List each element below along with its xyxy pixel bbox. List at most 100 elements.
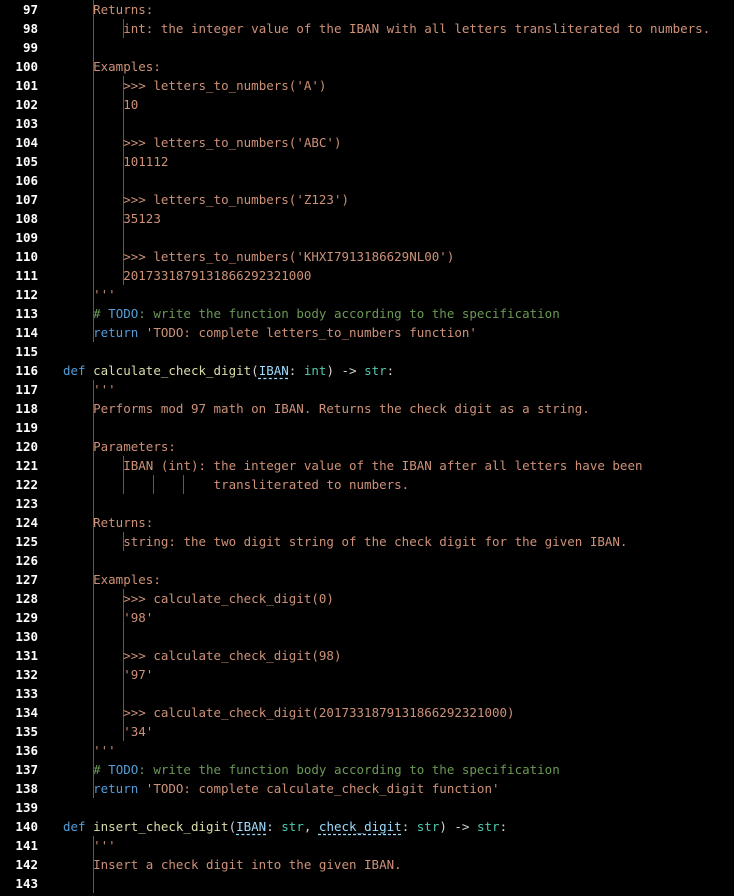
line-number: 132 <box>15 667 38 682</box>
code-line[interactable]: 98 int: the integer value of the IBAN wit… <box>0 19 734 38</box>
line-number: 116 <box>15 363 38 378</box>
code-token: 10 <box>123 97 139 112</box>
code-line[interactable]: 122 transliterated to numbers. <box>0 475 734 494</box>
code-line[interactable]: 119 <box>0 418 734 437</box>
indent-guide <box>122 627 124 646</box>
line-number: 99 <box>22 40 38 55</box>
code-token: 'TODO: complete letters_to_numbers funct… <box>145 325 477 340</box>
line-number: 105 <box>15 154 38 169</box>
code-line[interactable]: 105 101112 <box>0 152 734 171</box>
code-text: >>> letters_to_numbers('A') <box>123 76 326 95</box>
code-line[interactable]: 137 # TODO: write the function body accor… <box>0 760 734 779</box>
code-line[interactable]: 97 Returns: <box>0 0 734 19</box>
code-line[interactable]: 125 string: the two digit string of the c… <box>0 532 734 551</box>
line-number: 135 <box>15 724 38 739</box>
code-line[interactable]: 109 <box>0 228 734 247</box>
indent-guide <box>92 532 94 551</box>
code-line[interactable]: 99 <box>0 38 734 57</box>
code-line[interactable]: 141 ''' <box>0 836 734 855</box>
code-token: : <box>288 363 304 378</box>
code-line[interactable]: 112 ''' <box>0 285 734 304</box>
code-line[interactable]: 131 >>> calculate_check_digit(98) <box>0 646 734 665</box>
code-line[interactable]: 143 <box>0 874 734 893</box>
code-token: def <box>63 363 94 378</box>
code-line[interactable]: 138 return 'TODO: complete calculate_chec… <box>0 779 734 798</box>
code-line[interactable]: 117 ''' <box>0 380 734 399</box>
code-line[interactable]: 103 <box>0 114 734 133</box>
code-line[interactable]: 114 return 'TODO: complete letters_to_num… <box>0 323 734 342</box>
code-text: IBAN (int): the integer value of the IBA… <box>123 456 642 475</box>
code-text: int: the integer value of the IBAN with … <box>123 19 710 38</box>
code-text: 101112 <box>123 152 168 171</box>
line-number: 136 <box>15 743 38 758</box>
code-line[interactable]: 116 def calculate_check_digit(IBAN: int) … <box>0 361 734 380</box>
code-token: ''' <box>93 838 116 853</box>
indent-guide <box>92 551 94 570</box>
code-line[interactable]: 108 35123 <box>0 209 734 228</box>
code-line[interactable]: 134 >>> calculate_check_digit(20173318791… <box>0 703 734 722</box>
code-line[interactable]: 111 2017331879131866292321000 <box>0 266 734 285</box>
code-token: int: the integer value of the IBAN with … <box>123 21 711 36</box>
code-line[interactable]: 101 >>> letters_to_numbers('A') <box>0 76 734 95</box>
code-line[interactable]: 127 Examples: <box>0 570 734 589</box>
code-line[interactable]: 100 Examples: <box>0 57 734 76</box>
code-text: >>> calculate_check_digit(98) <box>123 646 341 665</box>
code-line[interactable]: 132 '97' <box>0 665 734 684</box>
code-line[interactable]: 118 Performs mod 97 math on IBAN. Returns… <box>0 399 734 418</box>
indent-guide <box>92 475 94 494</box>
code-line[interactable]: 104 >>> letters_to_numbers('ABC') <box>0 133 734 152</box>
indent-guide <box>92 228 94 247</box>
code-line[interactable]: 123 <box>0 494 734 513</box>
code-token: 101112 <box>123 154 169 169</box>
line-number: 140 <box>15 819 38 834</box>
code-token: calculate_check_digit <box>93 363 252 378</box>
code-token: ''' <box>93 287 116 302</box>
code-editor[interactable]: 97 Returns: 98 int: the integer value of th… <box>0 0 734 896</box>
code-line[interactable]: 142 Insert a check digit into the given I… <box>0 855 734 874</box>
code-text: Insert a check digit into the given IBAN… <box>93 855 402 874</box>
indent-guide <box>92 608 94 627</box>
code-line[interactable]: 130 <box>0 627 734 646</box>
code-line[interactable]: 126 <box>0 551 734 570</box>
code-text: def calculate_check_digit(IBAN: int) -> … <box>63 361 394 380</box>
line-number: 137 <box>15 762 38 777</box>
code-line[interactable]: 140 def insert_check_digit(IBAN: str, che… <box>0 817 734 836</box>
code-line[interactable]: 121 IBAN (int): the integer value of the … <box>0 456 734 475</box>
code-token: Examples: <box>93 59 161 74</box>
code-token: string: the two digit string of the chec… <box>123 534 628 549</box>
line-number: 118 <box>15 401 38 416</box>
line-number: 97 <box>22 2 38 17</box>
line-number: 131 <box>15 648 38 663</box>
line-number: 139 <box>15 800 38 815</box>
code-line[interactable]: 124 Returns: <box>0 513 734 532</box>
code-line[interactable]: 113 # TODO: write the function body accor… <box>0 304 734 323</box>
code-token: def <box>63 819 94 834</box>
code-token: Parameters: <box>93 439 176 454</box>
code-line[interactable]: 129 '98' <box>0 608 734 627</box>
code-line[interactable]: 133 <box>0 684 734 703</box>
code-line[interactable]: 128 >>> calculate_check_digit(0) <box>0 589 734 608</box>
line-number: 117 <box>15 382 38 397</box>
indent-guide <box>92 114 94 133</box>
code-line[interactable]: 102 10 <box>0 95 734 114</box>
code-line[interactable]: 107 >>> letters_to_numbers('Z123') <box>0 190 734 209</box>
code-text: >>> calculate_check_digit(20173318791318… <box>123 703 514 722</box>
code-line[interactable]: 120 Parameters: <box>0 437 734 456</box>
code-line[interactable]: 110 >>> letters_to_numbers('KHXI791318662… <box>0 247 734 266</box>
code-line[interactable]: 115 <box>0 342 734 361</box>
line-number: 107 <box>15 192 38 207</box>
line-number: 122 <box>15 477 38 492</box>
code-line[interactable]: 106 <box>0 171 734 190</box>
indent-guide <box>92 19 94 38</box>
code-token: IBAN (int): the integer value of the IBA… <box>123 458 643 473</box>
code-line[interactable]: 139 <box>0 798 734 817</box>
code-line[interactable]: 136 ''' <box>0 741 734 760</box>
code-token: IBAN <box>236 819 267 834</box>
code-text: 2017331879131866292321000 <box>123 266 311 285</box>
line-number: 126 <box>15 553 38 568</box>
code-line[interactable]: 135 '34' <box>0 722 734 741</box>
line-number: 103 <box>15 116 38 131</box>
line-number: 128 <box>15 591 38 606</box>
line-number: 98 <box>22 21 38 36</box>
code-token: 'TODO: complete calculate_check_digit fu… <box>145 781 500 796</box>
